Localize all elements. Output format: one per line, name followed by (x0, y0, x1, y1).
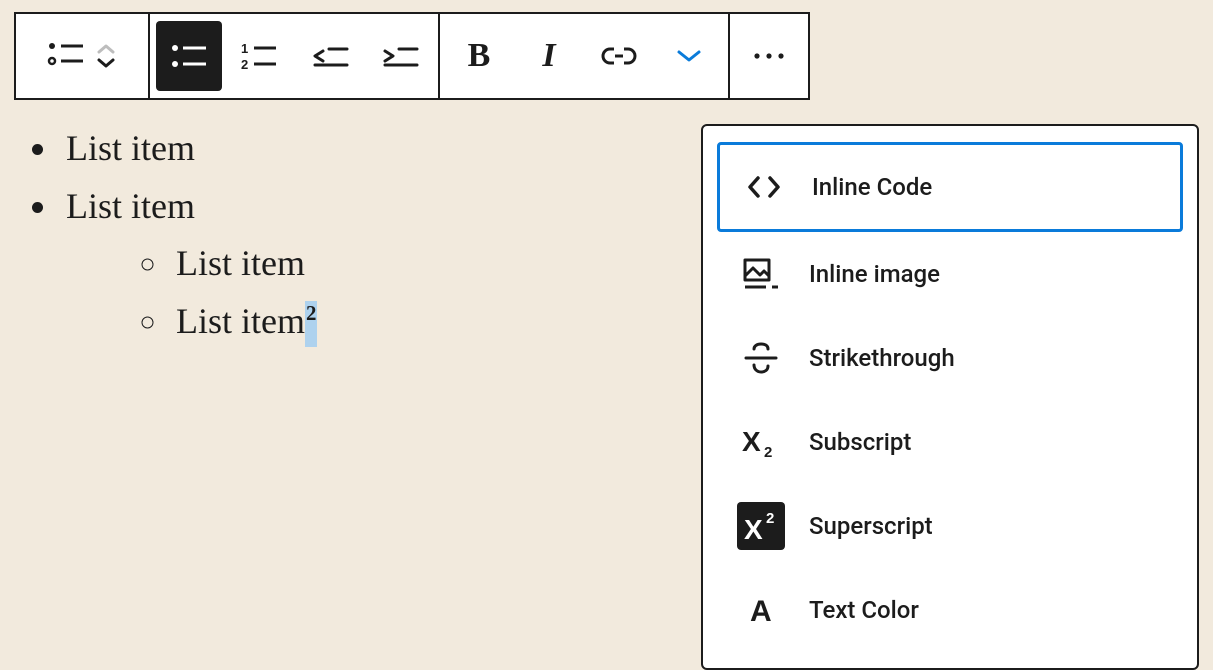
dropdown-item-inline-code[interactable]: Inline Code (717, 142, 1183, 232)
dropdown-item-inline-image[interactable]: Inline image (717, 232, 1183, 316)
italic-icon: I (542, 37, 555, 75)
svg-text:2: 2 (764, 444, 772, 459)
block-type-carets (95, 43, 117, 69)
dropdown-item-superscript[interactable]: X 2 Superscript (717, 484, 1183, 568)
chevron-down-icon (675, 48, 703, 64)
list-item-text: List item (176, 301, 305, 341)
dropdown-item-label: Superscript (809, 512, 933, 540)
italic-button[interactable]: I (516, 21, 582, 91)
superscript-icon: X 2 (737, 502, 785, 550)
list-level-1: List item List item List item List item2 (14, 120, 317, 350)
svg-text:A: A (750, 595, 772, 626)
toolbar-group-overflow (730, 14, 808, 98)
subscript-icon: X 2 (737, 418, 785, 466)
bulleted-list-button[interactable] (156, 21, 222, 91)
numbered-list-button[interactable]: 1 2 (226, 21, 292, 91)
list-item[interactable]: List item2 (170, 293, 317, 351)
text-color-icon: A (737, 586, 785, 634)
more-options-button[interactable] (736, 21, 802, 91)
indent-button[interactable] (366, 21, 432, 91)
bold-button[interactable]: B (446, 21, 512, 91)
dropdown-item-label: Inline image (809, 260, 940, 288)
link-button[interactable] (586, 21, 652, 91)
more-horizontal-icon (752, 52, 786, 60)
svg-text:X: X (744, 514, 763, 543)
dropdown-item-label: Text Color (809, 596, 919, 624)
dropdown-item-label: Subscript (809, 428, 911, 456)
toolbar-group-format: B I (440, 14, 730, 98)
list-item[interactable]: List item (170, 235, 317, 293)
list-level-2: List item List item2 (66, 235, 317, 350)
inline-image-icon (737, 250, 785, 298)
bold-icon: B (468, 37, 491, 75)
toolbar-group-list: 1 2 (150, 14, 440, 98)
superscript-text: 2 (306, 301, 316, 325)
dropdown-item-strikethrough[interactable]: Strikethrough (717, 316, 1183, 400)
more-formats-button[interactable] (656, 21, 722, 91)
svg-text:2: 2 (766, 510, 774, 527)
list-item-text: List item (66, 128, 195, 168)
list-block-icon (47, 39, 85, 73)
dropdown-item-label: Inline Code (812, 173, 932, 201)
dropdown-item-label: Strikethrough (809, 344, 955, 372)
list-item[interactable]: List item (60, 120, 317, 178)
chevron-up-icon (95, 43, 117, 55)
list-item[interactable]: List item List item List item2 (60, 178, 317, 351)
list-item-text: List item (176, 243, 305, 283)
strikethrough-icon (737, 334, 785, 382)
block-type-button[interactable] (22, 21, 142, 91)
block-toolbar: 1 2 B I (14, 12, 810, 100)
svg-text:X: X (742, 426, 761, 457)
chevron-down-icon (95, 57, 117, 69)
link-icon (601, 44, 637, 68)
dropdown-item-text-color[interactable]: A Text Color (717, 568, 1183, 652)
toolbar-group-block-type (16, 14, 150, 98)
dropdown-item-subscript[interactable]: X 2 Subscript (717, 400, 1183, 484)
svg-text:1: 1 (241, 41, 248, 56)
editor-content[interactable]: List item List item List item List item2 (14, 120, 317, 350)
format-dropdown: Inline Code Inline image Strikethrough X (701, 124, 1199, 670)
code-icon (740, 163, 788, 211)
list-item-text: List item (66, 186, 195, 226)
outdent-button[interactable] (296, 21, 362, 91)
svg-text:2: 2 (241, 57, 248, 71)
